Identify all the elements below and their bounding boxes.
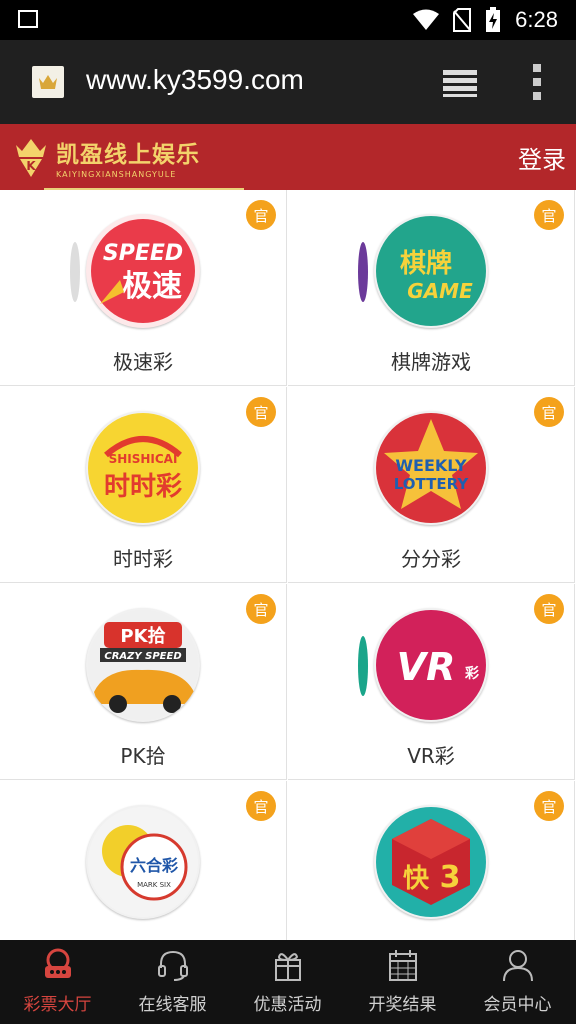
site-favicon-icon [32,66,64,98]
pk10-logo-icon: PK拾 CRAZY SPEED [86,608,200,722]
logo-text: MARK SIX [137,881,171,889]
crown-k-logo-icon: K [16,139,46,177]
official-badge: 官 [534,200,564,230]
carousel-peek [70,242,80,302]
headset-icon [157,950,188,981]
game-label: PK拾 [120,744,166,768]
game-label: VR彩 [407,744,455,768]
game-tile-shishicai[interactable]: 官 SHISHICAI 时时彩 时时彩 [0,387,287,583]
tabs-switcher-icon[interactable] [441,68,481,98]
logo-text: 时时彩 [104,472,182,502]
status-bar: 6:28 [0,0,576,40]
speed-lottery-logo-icon: SPEED 极速 [86,214,200,328]
game-tile-kuai3[interactable]: 官 快 3 [288,781,575,940]
game-label: 棋牌游戏 [391,350,471,374]
logo-text: 棋牌 [400,248,452,279]
calendar-icon [388,950,417,981]
user-icon [502,950,533,982]
overflow-menu-icon[interactable] [530,62,544,102]
site-header: K 凯盈线上娱乐 KAIYINGXIANSHANGYULE 登录 [0,124,576,190]
logo-text: 极速 [122,269,182,304]
game-tile-vr[interactable]: 官 VR 彩 VR彩 [288,584,575,780]
tab-online-service[interactable]: 在线客服 [115,940,230,1024]
login-button[interactable]: 登录 [518,140,566,175]
brand-pinyin: KAIYINGXIANSHANGYULE [56,170,177,179]
game-tile-pk10[interactable]: 官 PK拾 CRAZY SPEED PK拾 [0,584,287,780]
logo-text: GAME [407,279,473,303]
logo-text: VR [397,645,456,689]
tab-member-center[interactable]: 会员中心 [460,940,575,1024]
official-badge: 官 [534,397,564,427]
bottom-tab-bar: 彩票大厅 在线客服 优惠活动 开奖结果 会员中心 [0,940,576,1024]
tab-label: 开奖结果 [368,995,437,1015]
game-tile-mark-six[interactable]: 官 六合彩 MARK SIX [0,781,287,940]
lottery-hall-icon [44,948,71,978]
carousel-peek [358,636,368,696]
game-label: 时时彩 [113,547,173,571]
mark-six-logo-icon: 六合彩 MARK SIX [86,805,200,919]
url-bar[interactable]: www.ky3599.com [86,64,304,96]
official-badge: 官 [534,594,564,624]
clock: 6:28 [515,7,558,32]
logo-text: 六合彩 [130,856,178,875]
vr-lottery-logo-icon: VR 彩 [374,608,488,722]
logo-text: SHISHICAI [109,452,178,466]
chess-cards-logo-icon: 棋牌 GAME [374,214,488,328]
image-notification-icon [18,10,38,28]
logo-text: CRAZY SPEED [104,651,181,662]
official-badge: 官 [246,200,276,230]
tab-label: 彩票大厅 [23,995,92,1015]
wifi-icon [413,9,440,30]
tab-draw-results[interactable]: 开奖结果 [345,940,460,1024]
logo-text: 彩 [464,665,479,682]
browser-toolbar: www.ky3599.com [0,40,576,124]
logo-text: 3 [440,860,461,895]
game-tile-chess-cards[interactable]: 官 棋牌 GAME 棋牌游戏 [288,190,575,386]
battery-charging-icon [486,7,501,32]
tab-label: 优惠活动 [253,995,322,1015]
brand-name: 凯盈线上娱乐 [56,141,200,167]
shishicai-logo-icon: SHISHICAI 时时彩 [86,411,200,525]
logo-text: PK拾 [120,625,165,647]
game-grid: 官 SPEED 极速 极速彩 官 棋牌 GAME 棋牌游戏 官 SHISHICA… [0,190,576,940]
game-label: 分分彩 [401,547,461,571]
carousel-peek [358,242,368,302]
official-badge: 官 [246,791,276,821]
tab-lottery-hall[interactable]: 彩票大厅 [0,940,115,1024]
tab-label: 会员中心 [483,995,552,1015]
tab-promotions[interactable]: 优惠活动 [230,940,345,1024]
weekly-lottery-logo-icon: WEEKLY LOTTERY [374,411,488,525]
official-badge: 官 [246,397,276,427]
game-tile-speed[interactable]: 官 SPEED 极速 极速彩 [0,190,287,386]
tab-label: 在线客服 [138,995,207,1015]
brand-logo[interactable]: K 凯盈线上娱乐 KAIYINGXIANSHANGYULE [12,132,200,182]
game-label: 极速彩 [113,350,173,374]
game-tile-fenfencai[interactable]: 官 WEEKLY LOTTERY 分分彩 [288,387,575,583]
no-sim-icon [453,8,472,32]
svg-text:K: K [26,159,36,173]
official-badge: 官 [246,594,276,624]
kuai3-logo-icon: 快 3 [374,805,488,919]
logo-text: 快 [403,864,430,894]
official-badge: 官 [534,791,564,821]
logo-text: SPEED [103,241,183,266]
gift-icon [274,953,301,981]
logo-text: WEEKLY [395,456,467,475]
logo-text: LOTTERY [394,475,470,493]
